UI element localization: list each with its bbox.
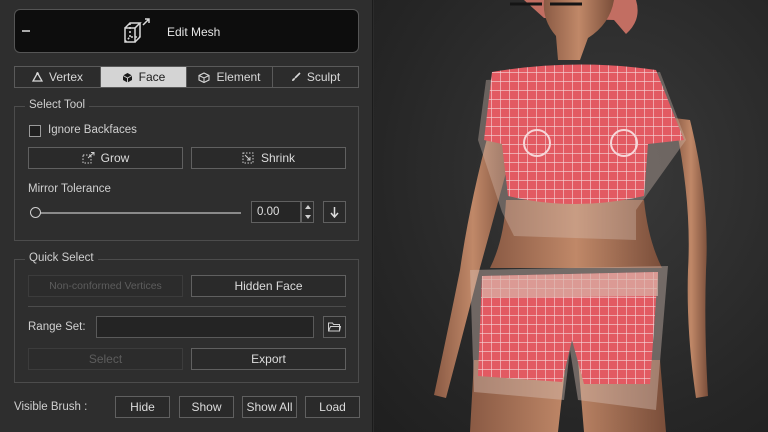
panel-title: Edit Mesh [167, 25, 221, 39]
mirror-apply-button[interactable] [323, 201, 346, 223]
show-all-label: Show All [246, 400, 293, 414]
tab-label: Face [138, 70, 166, 84]
brush-icon [291, 72, 301, 81]
vertex-icon [31, 72, 43, 82]
tab-label: Sculpt [306, 70, 341, 84]
tab-sculpt[interactable]: Sculpt [272, 66, 359, 88]
arrow-down-icon [330, 206, 339, 218]
range-set-field[interactable] [96, 316, 314, 338]
mirror-tolerance-slider-thumb[interactable] [30, 207, 41, 218]
browse-folder-button[interactable] [323, 316, 346, 338]
range-set-label: Range Set: [28, 321, 86, 333]
non-conformed-label: Non-conformed Vertices [49, 280, 162, 292]
character-model [434, 0, 708, 432]
tab-label: Vertex [48, 70, 84, 84]
hide-label: Hide [130, 400, 155, 414]
tab-face[interactable]: Face [100, 66, 187, 88]
element-icon [198, 71, 211, 83]
mode-tabs: Vertex Face Element Sculpt [14, 66, 359, 88]
load-button[interactable]: Load [305, 396, 360, 418]
tab-vertex[interactable]: Vertex [14, 66, 101, 88]
hide-button[interactable]: Hide [115, 396, 170, 418]
folder-icon [328, 322, 341, 332]
collapse-icon[interactable] [22, 30, 30, 32]
quick-select-group: Quick Select Non-conformed Vertices Hidd… [14, 252, 359, 383]
export-label: Export [251, 352, 286, 366]
select-label: Select [88, 352, 123, 366]
mirror-tolerance-spinner[interactable] [301, 201, 314, 223]
ignore-backfaces-label: Ignore Backfaces [48, 124, 137, 136]
hidden-face-label: Hidden Face [234, 279, 303, 293]
group-title: Quick Select [25, 252, 98, 264]
grow-icon [82, 152, 95, 164]
grow-button[interactable]: Grow [28, 147, 183, 169]
hidden-face-button[interactable]: Hidden Face [191, 275, 346, 297]
ignore-backfaces-checkbox[interactable] [29, 125, 41, 137]
right-arm [674, 118, 708, 398]
load-label: Load [319, 400, 346, 414]
show-button[interactable]: Show [179, 396, 234, 418]
3d-viewport[interactable] [374, 0, 768, 432]
spin-up-icon[interactable] [304, 205, 311, 209]
select-tool-group: Select Tool Ignore Backfaces Grow Shrink… [14, 99, 359, 241]
show-label: Show [191, 400, 222, 414]
shrink-icon [242, 152, 254, 164]
group-title: Select Tool [25, 99, 90, 111]
edit-mesh-panel: Edit Mesh Vertex Face Element Sculpt Sel… [0, 0, 373, 432]
spin-down-icon[interactable] [304, 215, 311, 219]
shrink-button[interactable]: Shrink [191, 147, 346, 169]
visible-brush-label: Visible Brush : [14, 401, 88, 413]
mirror-tolerance-label: Mirror Tolerance [28, 183, 111, 195]
mirror-tolerance-slider-track[interactable] [33, 212, 241, 214]
shrink-label: Shrink [260, 151, 295, 165]
panel-header: Edit Mesh [14, 9, 359, 53]
non-conformed-vertices-button[interactable]: Non-conformed Vertices [28, 275, 183, 297]
head [543, 0, 614, 60]
mesh-cube-icon [124, 18, 150, 43]
grow-label: Grow [100, 151, 130, 165]
divider [28, 306, 346, 307]
show-all-button[interactable]: Show All [242, 396, 297, 418]
tab-element[interactable]: Element [186, 66, 273, 88]
export-button[interactable]: Export [191, 348, 346, 370]
tab-label: Element [216, 70, 261, 84]
mirror-tolerance-input[interactable]: 0.00 [251, 201, 301, 223]
face-cube-icon [122, 72, 132, 82]
select-button[interactable]: Select [28, 348, 183, 370]
